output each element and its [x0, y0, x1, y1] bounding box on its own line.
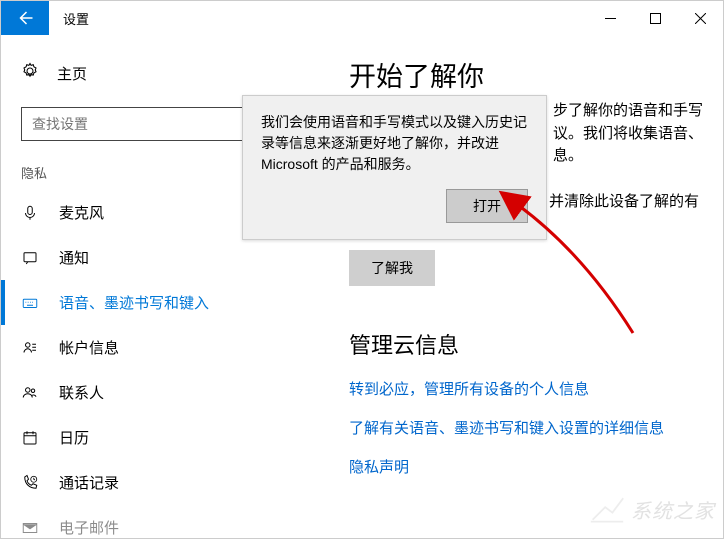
link-privacy-statement[interactable]: 隐私声明 [349, 456, 695, 477]
sidebar-item-email[interactable]: 电子邮件 [1, 505, 319, 550]
section-heading-cloud: 管理云信息 [349, 328, 695, 360]
link-learn-more[interactable]: 了解有关语音、墨迹书写和键入设置的详细信息 [349, 417, 695, 438]
titlebar: 设置 [1, 1, 723, 35]
sidebar-item-speech-inking-typing[interactable]: 语音、墨迹书写和键入 [1, 280, 319, 325]
popup-text: 我们会使用语音和手写模式以及键入历史记录等信息来逐渐更好地了解你，并改进 Mic… [261, 112, 528, 175]
sidebar-item-label: 通话记录 [59, 472, 119, 493]
search-input[interactable] [32, 116, 270, 132]
sidebar-item-calendar[interactable]: 日历 [1, 415, 319, 460]
body-text-partial-2: 并清除此设备了解的有 [549, 191, 699, 214]
minimize-button[interactable] [588, 1, 633, 35]
gear-icon [21, 62, 39, 84]
maximize-button[interactable] [633, 1, 678, 35]
know-me-button[interactable]: 了解我 [349, 250, 435, 286]
watermark: 系统之家 [589, 494, 715, 524]
sidebar-item-account-info[interactable]: 帐户信息 [1, 325, 319, 370]
back-button[interactable] [1, 1, 49, 35]
minimize-icon [605, 13, 616, 24]
sidebar-item-label: 日历 [59, 427, 89, 448]
sidebar-item-label: 语音、墨迹书写和键入 [59, 292, 209, 313]
close-button[interactable] [678, 1, 723, 35]
watermark-icon [589, 494, 625, 524]
sidebar-item-label: 电子邮件 [59, 517, 119, 538]
email-icon [21, 519, 39, 537]
account-icon [21, 339, 39, 357]
tooltip-popup: 我们会使用语音和手写模式以及键入历史记录等信息来逐渐更好地了解你，并改进 Mic… [242, 95, 547, 240]
home-nav[interactable]: 主页 [1, 53, 319, 93]
page-heading: 开始了解你 [349, 55, 695, 94]
sidebar-item-call-history[interactable]: 通话记录 [1, 460, 319, 505]
sidebar-item-label: 通知 [59, 247, 89, 268]
close-icon [695, 13, 706, 24]
microphone-icon [21, 204, 39, 222]
window-title: 设置 [49, 9, 89, 28]
keyboard-icon [21, 294, 39, 312]
sidebar-item-contacts[interactable]: 联系人 [1, 370, 319, 415]
sidebar-item-notifications[interactable]: 通知 [1, 235, 319, 280]
call-history-icon [21, 474, 39, 492]
sidebar-item-label: 麦克风 [59, 202, 104, 223]
link-bing-personal-info[interactable]: 转到必应，管理所有设备的个人信息 [349, 378, 695, 399]
home-label: 主页 [57, 63, 87, 84]
contacts-icon [21, 384, 39, 402]
maximize-icon [650, 13, 661, 24]
popup-open-button[interactable]: 打开 [446, 189, 528, 223]
arrow-left-icon [16, 9, 34, 27]
body-text-partial: 步了解你的语音和手写 议。我们将收集语音、 息。 [553, 100, 703, 168]
sidebar-item-label: 帐户信息 [59, 337, 119, 358]
notification-icon [21, 249, 39, 267]
calendar-icon [21, 429, 39, 447]
sidebar-item-label: 联系人 [59, 382, 104, 403]
